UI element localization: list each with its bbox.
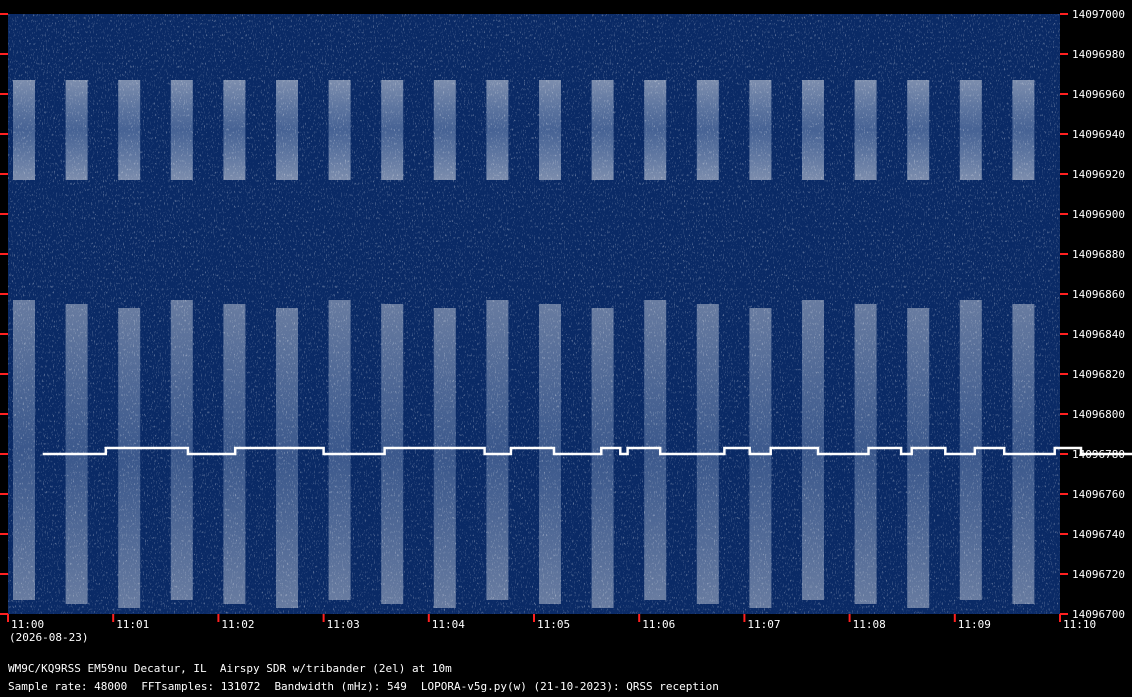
y-tick-label: 14096820: [1072, 368, 1125, 381]
y-tick-label: 14096840: [1072, 328, 1125, 341]
x-tick-label: 11:10: [1063, 618, 1096, 631]
y-tick-label: 14096860: [1072, 288, 1125, 301]
y-tick-label: 14096920: [1072, 168, 1125, 181]
y-tick-label: 14097000: [1072, 8, 1125, 21]
station-info: WM9C/KQ9RSS EM59nu Decatur, IL Airspy SD…: [8, 662, 452, 675]
y-tick-label: 14096760: [1072, 488, 1125, 501]
x-tick-label: 11:07: [747, 618, 780, 631]
x-date-label: (2026-08-23): [9, 631, 88, 644]
y-tick-label: 14096900: [1072, 208, 1125, 221]
fft-samples-label: FFTsamples: 131072: [141, 680, 261, 693]
sample-rate-label: Sample rate: 48000: [8, 680, 128, 693]
x-tick-label: 11:04: [432, 618, 465, 631]
y-tick-label: 14096780: [1072, 448, 1125, 461]
x-tick-label: 11:00: [11, 618, 44, 631]
y-tick-label: 14096980: [1072, 48, 1125, 61]
software-label: LOPORA-v5g.py(w) (21-10-2023): QRSS rece…: [420, 680, 719, 693]
x-tick-label: 11:09: [958, 618, 991, 631]
y-tick-label: 14096800: [1072, 408, 1125, 421]
reception-info: Sample rate: 48000 FFTsamples: 131072 Band…: [8, 680, 733, 693]
y-tick-label: 14096940: [1072, 128, 1125, 141]
x-tick-label: 11:01: [116, 618, 149, 631]
x-tick-label: 11:06: [642, 618, 675, 631]
x-tick-label: 11:08: [853, 618, 886, 631]
x-tick-label: 11:05: [537, 618, 570, 631]
y-tick-label: 14096740: [1072, 528, 1125, 541]
bandwidth-label: Bandwidth (mHz): 549: [274, 680, 407, 693]
x-axis: 11:00 11:01 11:02 11:03 11:04 11:05 11:06 11:07…: [7, 614, 1096, 631]
y-tick-label: 14096720: [1072, 568, 1125, 581]
x-tick-label: 11:03: [327, 618, 360, 631]
spectrogram-chart: 1409670014096720140967401409676014096780…: [0, 8, 1132, 644]
noise-overlay: [8, 14, 1060, 614]
y-tick-label: 14096960: [1072, 88, 1125, 101]
y-tick-label: 14096880: [1072, 248, 1125, 261]
x-tick-label: 11:02: [221, 618, 254, 631]
